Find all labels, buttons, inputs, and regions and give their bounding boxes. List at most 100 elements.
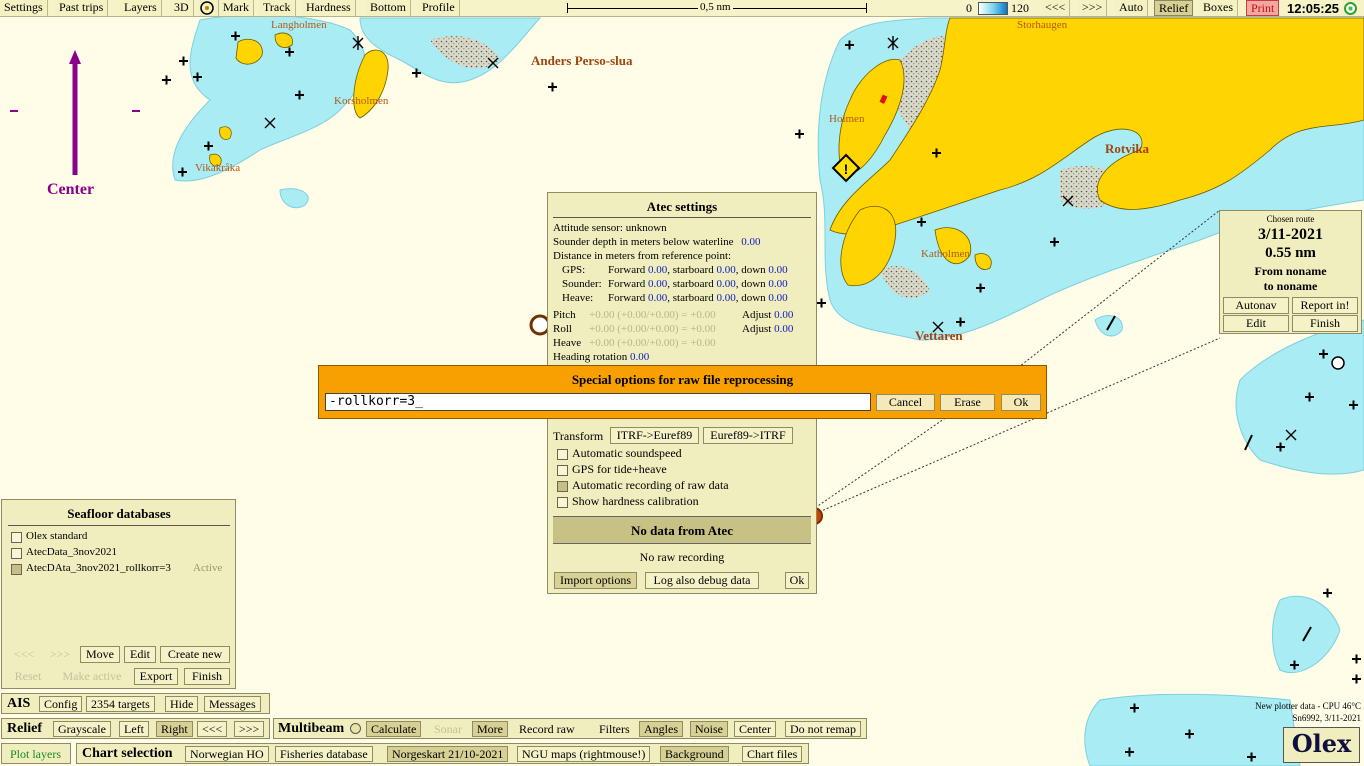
db-checkbox[interactable]	[11, 548, 22, 559]
relief-button[interactable]: Relief	[1154, 0, 1194, 16]
background-button[interactable]: Background	[660, 746, 729, 762]
ais-targets-button[interactable]: 2354 targets	[86, 696, 155, 712]
sounder-depth-value[interactable]: 0.00	[741, 236, 760, 248]
sonar-button[interactable]: Sonar	[429, 721, 467, 737]
starboard-value[interactable]: 0.00	[716, 278, 735, 290]
db-create-button[interactable]: Create new	[160, 646, 230, 663]
noise-button[interactable]: Noise	[690, 721, 728, 737]
center-button[interactable]: Center	[734, 721, 776, 737]
roll-row[interactable]: Roll +0.00 (+0.00/+0.00) = +0.00 Adjust 0.…	[553, 323, 793, 335]
settings-button[interactable]: Settings	[0, 0, 48, 16]
db-make-active-button[interactable]: Make active	[56, 668, 128, 685]
db-finish-button[interactable]: Finish	[184, 668, 230, 685]
target-icon[interactable]	[197, 0, 219, 16]
record-raw-button[interactable]: Record raw	[514, 721, 580, 737]
down-word: down	[741, 264, 766, 276]
db-checkbox[interactable]	[11, 564, 22, 575]
center-label[interactable]: Center	[47, 181, 94, 199]
auto-button[interactable]: Auto	[1115, 0, 1148, 16]
past-trips-button[interactable]: Past trips	[55, 0, 109, 16]
special-options-input[interactable]: -rollkorr=3_	[325, 393, 871, 411]
no-remap-button[interactable]: Do not remap	[785, 721, 861, 737]
bottom-button[interactable]: Bottom	[366, 0, 412, 16]
db-export-button[interactable]: Export	[134, 668, 178, 685]
forward-value[interactable]: 0.00	[648, 278, 667, 290]
relief-next-button[interactable]: >>>	[234, 721, 265, 737]
layers-button[interactable]: Layers	[120, 0, 162, 16]
db-checkbox[interactable]	[11, 532, 22, 543]
route-finish-button[interactable]: Finish	[1292, 315, 1358, 332]
route-from: From noname	[1254, 264, 1327, 278]
grayscale-button[interactable]: Grayscale	[53, 721, 111, 737]
ais-hide-button[interactable]: Hide	[165, 696, 199, 712]
pitch-row[interactable]: Pitch +0.00 (+0.00/+0.00) = +0.00 Adjust 0…	[553, 309, 793, 321]
db-item-label[interactable]: AtecDAta_3nov2021_rollkorr=3	[26, 562, 171, 574]
calculate-button[interactable]: Calculate	[366, 721, 422, 737]
fisheries-db-button[interactable]: Fisheries database	[275, 746, 373, 762]
chart-files-button[interactable]: Chart files	[742, 746, 803, 762]
gps-status-icon[interactable]	[1344, 2, 1357, 15]
route-edit-button[interactable]: Edit	[1223, 315, 1289, 332]
mark-button[interactable]: Mark	[219, 0, 254, 16]
erase-button[interactable]: Erase	[940, 394, 995, 411]
norwegian-ho-button[interactable]: Norwegian HO	[185, 746, 269, 762]
db-move-button[interactable]: Move	[80, 646, 120, 663]
pitch-adjust-value[interactable]: 0.00	[774, 309, 793, 321]
report-in-button[interactable]: Report in!	[1292, 297, 1358, 314]
olex-logo[interactable]: Olex	[1283, 727, 1360, 763]
down-value[interactable]: 0.00	[768, 264, 787, 276]
cancel-button[interactable]: Cancel	[876, 394, 935, 411]
import-options-button[interactable]: Import options	[554, 572, 637, 589]
starboard-value[interactable]: 0.00	[716, 292, 735, 304]
next-button[interactable]: >>>	[1078, 0, 1108, 16]
relief-left-button[interactable]: Left	[119, 721, 149, 737]
db-next-button[interactable]: >>>	[44, 646, 76, 663]
db-edit-button[interactable]: Edit	[124, 646, 156, 663]
ngu-maps-button[interactable]: NGU maps (rightmouse!)	[517, 746, 651, 762]
atec-status: No data from Atec	[553, 516, 811, 544]
itrf-to-euref-button[interactable]: ITRF->Euref89	[610, 427, 699, 444]
db-prev-button[interactable]: <<<	[8, 646, 40, 663]
auto-record-raw-checkbox[interactable]	[557, 481, 568, 492]
svg-text:!: !	[844, 161, 849, 177]
forward-value[interactable]: 0.00	[648, 292, 667, 304]
track-button[interactable]: Track	[259, 0, 296, 16]
log-debug-button[interactable]: Log also debug data	[645, 572, 759, 589]
hardness-button[interactable]: Hardness	[302, 0, 356, 16]
route-date: 3/11-2021	[1258, 226, 1323, 243]
starboard-value[interactable]: 0.00	[716, 264, 735, 276]
euref-to-itrf-button[interactable]: Euref89->ITRF	[703, 427, 793, 444]
heading-value[interactable]: 0.00	[630, 351, 649, 363]
atec-ok-button[interactable]: Ok	[785, 572, 809, 589]
ok-button[interactable]: Ok	[1001, 394, 1041, 411]
relief-prev-button[interactable]: <<<	[197, 721, 228, 737]
3d-button[interactable]: 3D	[170, 0, 194, 16]
prev-button[interactable]: <<<	[1041, 0, 1071, 16]
ais-config-button[interactable]: Config	[39, 696, 83, 712]
db-item-label[interactable]: AtecData_3nov2021	[26, 546, 117, 558]
sounder-depth-row[interactable]: Sounder depth in meters below waterline …	[553, 236, 761, 248]
db-reset-button[interactable]: Reset	[8, 668, 48, 685]
down-value[interactable]: 0.00	[768, 292, 787, 304]
angles-button[interactable]: Angles	[639, 721, 683, 737]
boxes-button[interactable]: Boxes	[1199, 0, 1238, 16]
down-value[interactable]: 0.00	[768, 278, 787, 290]
norgeskart-button[interactable]: Norgeskart 21/10-2021	[387, 746, 509, 762]
offset-row-sounder[interactable]: Sounder: Forward 0.00, starboard 0.00, do…	[562, 278, 788, 290]
show-hardness-cal-checkbox[interactable]	[557, 497, 568, 508]
profile-button[interactable]: Profile	[418, 0, 460, 16]
plot-layers-button[interactable]: Plot layers	[5, 746, 66, 762]
more-button[interactable]: More	[472, 721, 508, 737]
autonav-button[interactable]: Autonav	[1223, 297, 1289, 314]
offset-row-heave[interactable]: Heave: Forward 0.00, starboard 0.00, down…	[562, 292, 788, 304]
ais-messages-button[interactable]: Messages	[204, 696, 261, 712]
offset-row-gps[interactable]: GPS: Forward 0.00, starboard 0.00, down 0…	[562, 264, 788, 276]
print-button[interactable]: Print	[1246, 0, 1280, 16]
db-item-label[interactable]: Olex standard	[26, 530, 87, 542]
auto-soundspeed-checkbox[interactable]	[557, 449, 568, 460]
roll-adjust-value[interactable]: 0.00	[774, 323, 793, 335]
relief-right-button[interactable]: Right	[156, 721, 193, 737]
forward-value[interactable]: 0.00	[648, 264, 667, 276]
heading-row[interactable]: Heading rotation 0.00	[553, 351, 649, 363]
gps-tide-heave-checkbox[interactable]	[557, 465, 568, 476]
